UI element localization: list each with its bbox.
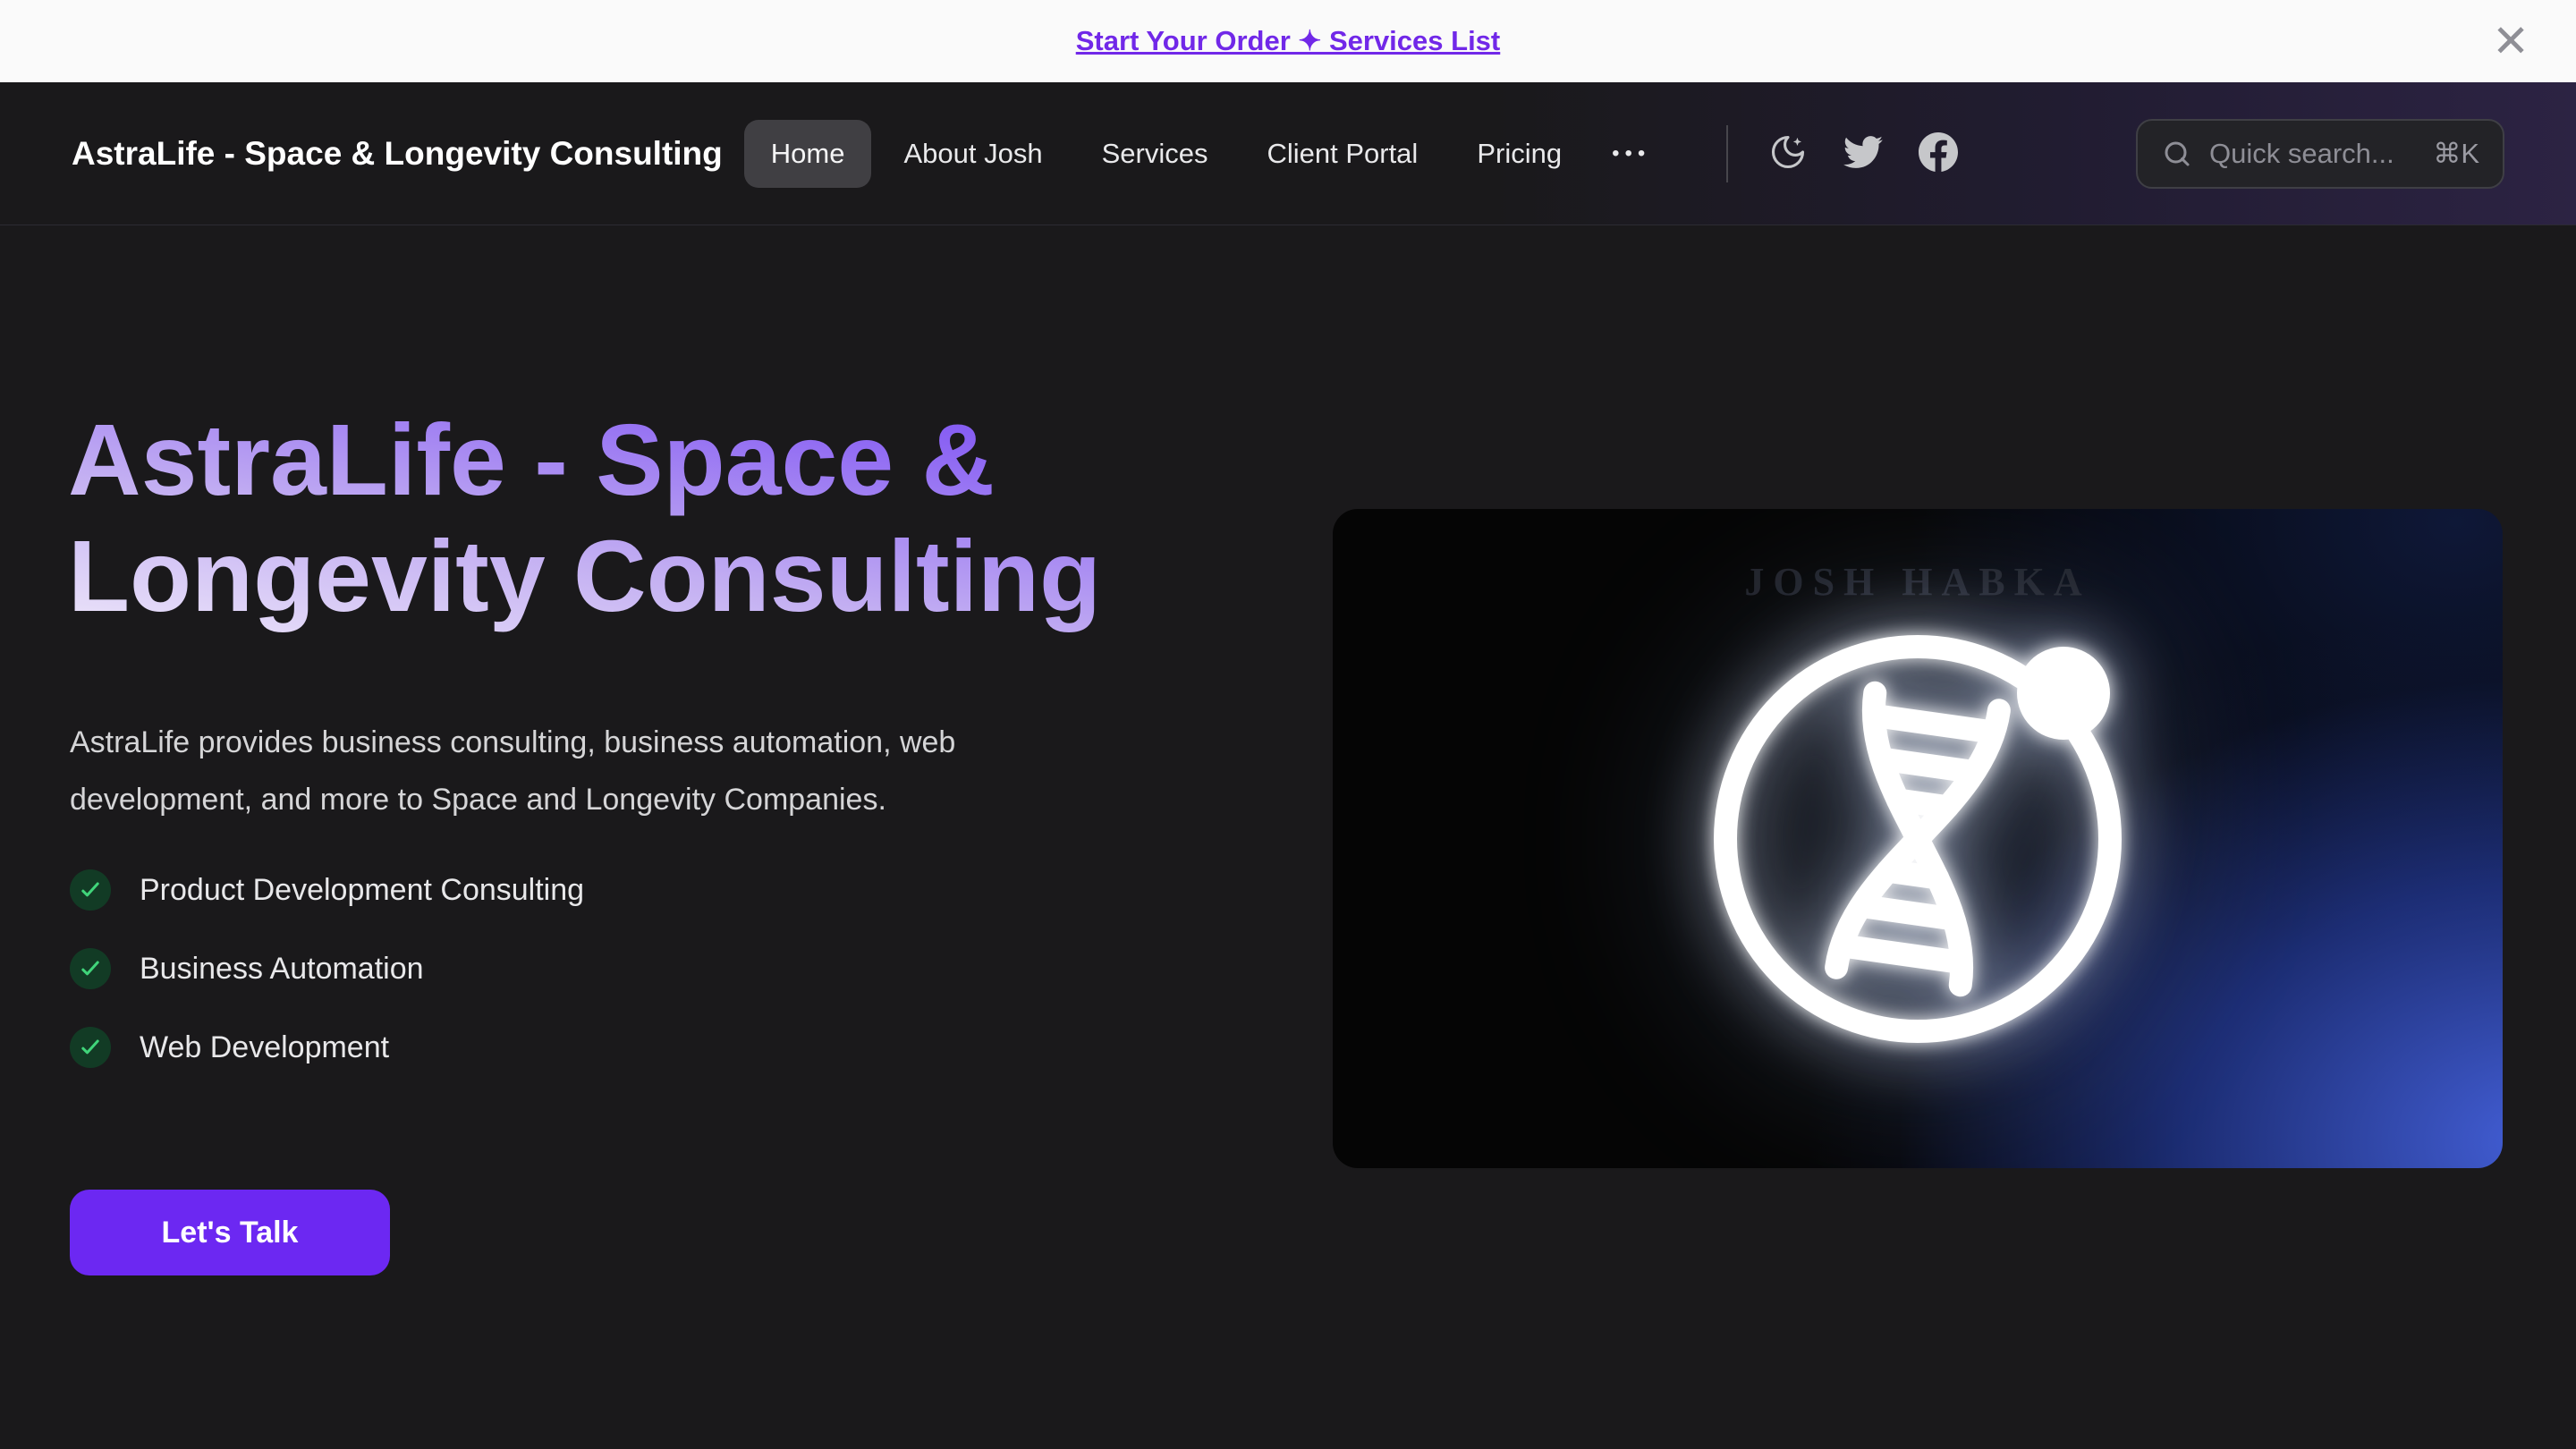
quick-search-box: ⌘K: [2136, 119, 2504, 189]
page: Start Your Order ✦ Services List ✕ Astra…: [0, 0, 2576, 1449]
dna-helix-logo-icon: [1694, 615, 2141, 1063]
twitter-link[interactable]: [1843, 133, 1884, 174]
command-k-shortcut: ⌘K: [2433, 138, 2479, 170]
check-icon: [70, 948, 111, 989]
hero-section: AstraLife - Space & Longevity Consulting…: [0, 225, 2576, 1449]
close-icon[interactable]: ✕: [2483, 19, 2538, 64]
nav-item-client-portal[interactable]: Client Portal: [1240, 120, 1445, 188]
check-icon: [70, 869, 111, 911]
check-icon: [70, 1027, 111, 1068]
list-item: Product Development Consulting: [70, 869, 584, 911]
moon-icon: [1768, 132, 1808, 174]
nav-item-services[interactable]: Services: [1075, 120, 1235, 188]
nav-item-about-josh[interactable]: About Josh: [877, 120, 1069, 188]
nav-divider: [1726, 125, 1728, 182]
lets-talk-button[interactable]: Let's Talk: [70, 1190, 390, 1275]
twitter-icon: [1843, 132, 1883, 174]
nav-item-pricing[interactable]: Pricing: [1450, 120, 1589, 188]
search-input[interactable]: [2207, 137, 2419, 171]
promo-banner: Start Your Order ✦ Services List ✕: [0, 0, 2576, 82]
nav-more-ellipsis-icon[interactable]: •••: [1594, 123, 1668, 184]
watermark-text: JOSH HABKA: [1333, 559, 2503, 605]
hero-media-card: JOSH HABKA: [1333, 509, 2503, 1168]
nav-item-home[interactable]: Home: [744, 120, 872, 188]
nav-links: Home About Josh Services Client Portal P…: [744, 120, 1669, 188]
promo-banner-link[interactable]: Start Your Order ✦ Services List: [1076, 25, 1501, 57]
feature-label: Web Development: [140, 1030, 389, 1065]
list-item: Web Development: [70, 1027, 584, 1068]
page-title: AstraLife - Space & Longevity Consulting: [68, 402, 1410, 635]
facebook-icon: [1919, 132, 1958, 174]
facebook-link[interactable]: [1918, 133, 1959, 174]
list-item: Business Automation: [70, 948, 584, 989]
hero-description: AstraLife provides business consulting, …: [70, 714, 1125, 828]
search-icon: [2161, 138, 2193, 170]
brand-title[interactable]: AstraLife - Space & Longevity Consulting: [72, 135, 723, 173]
feature-label: Business Automation: [140, 952, 424, 987]
dark-mode-toggle[interactable]: [1767, 133, 1809, 174]
feature-label: Product Development Consulting: [140, 873, 584, 908]
navbar: AstraLife - Space & Longevity Consulting…: [0, 82, 2576, 225]
feature-list: Product Development Consulting Business …: [70, 869, 584, 1068]
